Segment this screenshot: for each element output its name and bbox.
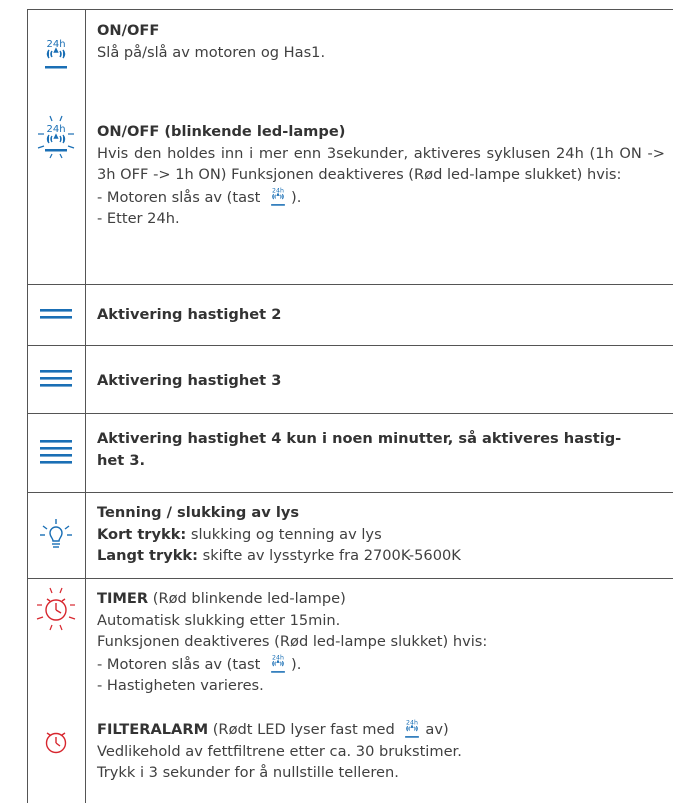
bullet-text-end: ). (291, 188, 302, 206)
timer-bullet-1: - Motoren slås av (tast 24h ). (97, 653, 665, 676)
fan-24h-icon: 24h (27, 37, 85, 69)
row-light: Tenning / slukking av lys Kort trykk: sl… (27, 492, 673, 579)
short-press-text: slukking og tenning av lys (186, 525, 382, 543)
bullet-text: - Motoren slås av (tast (97, 655, 261, 673)
bullet-text-end: ). (291, 655, 302, 673)
filter-label: FILTERALARM (97, 721, 209, 738)
row-title-line-2: het 3. (97, 451, 146, 469)
filter-alarm-clock-icon (27, 729, 85, 755)
fan-24h-icon: 24h (403, 718, 421, 738)
row-text: Slå på/slå av motoren og Has1. (97, 43, 326, 61)
filter-suffix: (Rødt LED lyser fast med (208, 721, 395, 738)
row-title: Tenning / slukking av lys (97, 504, 300, 521)
timer-line-1: Automatisk slukking etter 15min. (97, 611, 341, 629)
timer-suffix: (Rød blinkende led-lampe) (148, 590, 346, 607)
filter-line-1: Vedlikehold av fettfiltrene etter ca. 30… (97, 742, 462, 760)
timer-blinking-icon (27, 587, 85, 631)
speed-2-icon (27, 308, 85, 320)
short-press-label: Kort trykk: (97, 525, 187, 543)
light-bulb-icon (27, 518, 85, 550)
row-on-off-blinking: 24h ON/OFF (blinkende led-lampe) Hvis de… (27, 109, 673, 284)
speed-4-icon (27, 439, 85, 465)
svg-text:24h: 24h (46, 124, 65, 135)
long-press-label: Langt trykk: (97, 547, 198, 564)
filter-line-2: Trykk i 3 sekunder for å nullstille tell… (97, 764, 399, 781)
bullet-text: - Motoren slås av (tast (97, 188, 261, 206)
fan-24h-blinking-icon: 24h (27, 114, 85, 162)
row-speed-4: Aktivering hastighet 4 kun i noen minutt… (27, 413, 673, 493)
filter-title-line: FILTERALARM (Rødt LED lyser fast med 24h… (97, 718, 665, 741)
fan-24h-icon: 24h (269, 186, 287, 206)
timer-bullet-2: - Hastigheten varieres. (97, 677, 264, 694)
long-press-line: Langt trykk: skifte av lysstyrke fra 270… (97, 545, 665, 567)
row-title: ON/OFF (97, 22, 160, 39)
row-title: Aktivering hastighet 3 (97, 372, 282, 389)
long-press-text: skifte av lysstyrke fra 2700K-5600K (197, 547, 461, 564)
timer-label: TIMER (97, 590, 149, 607)
row-bullet-2: - Etter 24h. (97, 210, 180, 227)
row-title: ON/OFF (blinkende led-lampe) (97, 123, 346, 140)
row-speed-2: Aktivering hastighet 2 (27, 284, 673, 346)
row-bullet-1: - Motoren slås av (tast 24h ). (97, 186, 665, 209)
row-title-line-1: Aktivering hastighet 4 kun i noen minutt… (97, 430, 622, 447)
row-speed-3: Aktivering hastighet 3 (27, 345, 673, 414)
row-on-off: 24h ON/OFF Slå på/slå av motoren og Has1… (27, 9, 673, 110)
row-timer-filter: TIMER (Rød blinkende led-lampe) Automati… (27, 578, 673, 804)
filter-suffix-end: av) (425, 721, 449, 738)
row-title: Aktivering hastighet 2 (97, 306, 282, 323)
fan-24h-icon: 24h (269, 653, 287, 673)
speed-3-icon (27, 369, 85, 388)
short-press-line: Kort trykk: slukking og tenning av lys (97, 524, 665, 546)
timer-title-line: TIMER (Rød blinkende led-lampe) (97, 588, 665, 610)
timer-line-2: Funksjonen deaktiveres (Rød led-lampe sl… (97, 633, 488, 650)
row-paragraph: Hvis den holdes inn i mer enn 3sekunder,… (97, 144, 665, 184)
